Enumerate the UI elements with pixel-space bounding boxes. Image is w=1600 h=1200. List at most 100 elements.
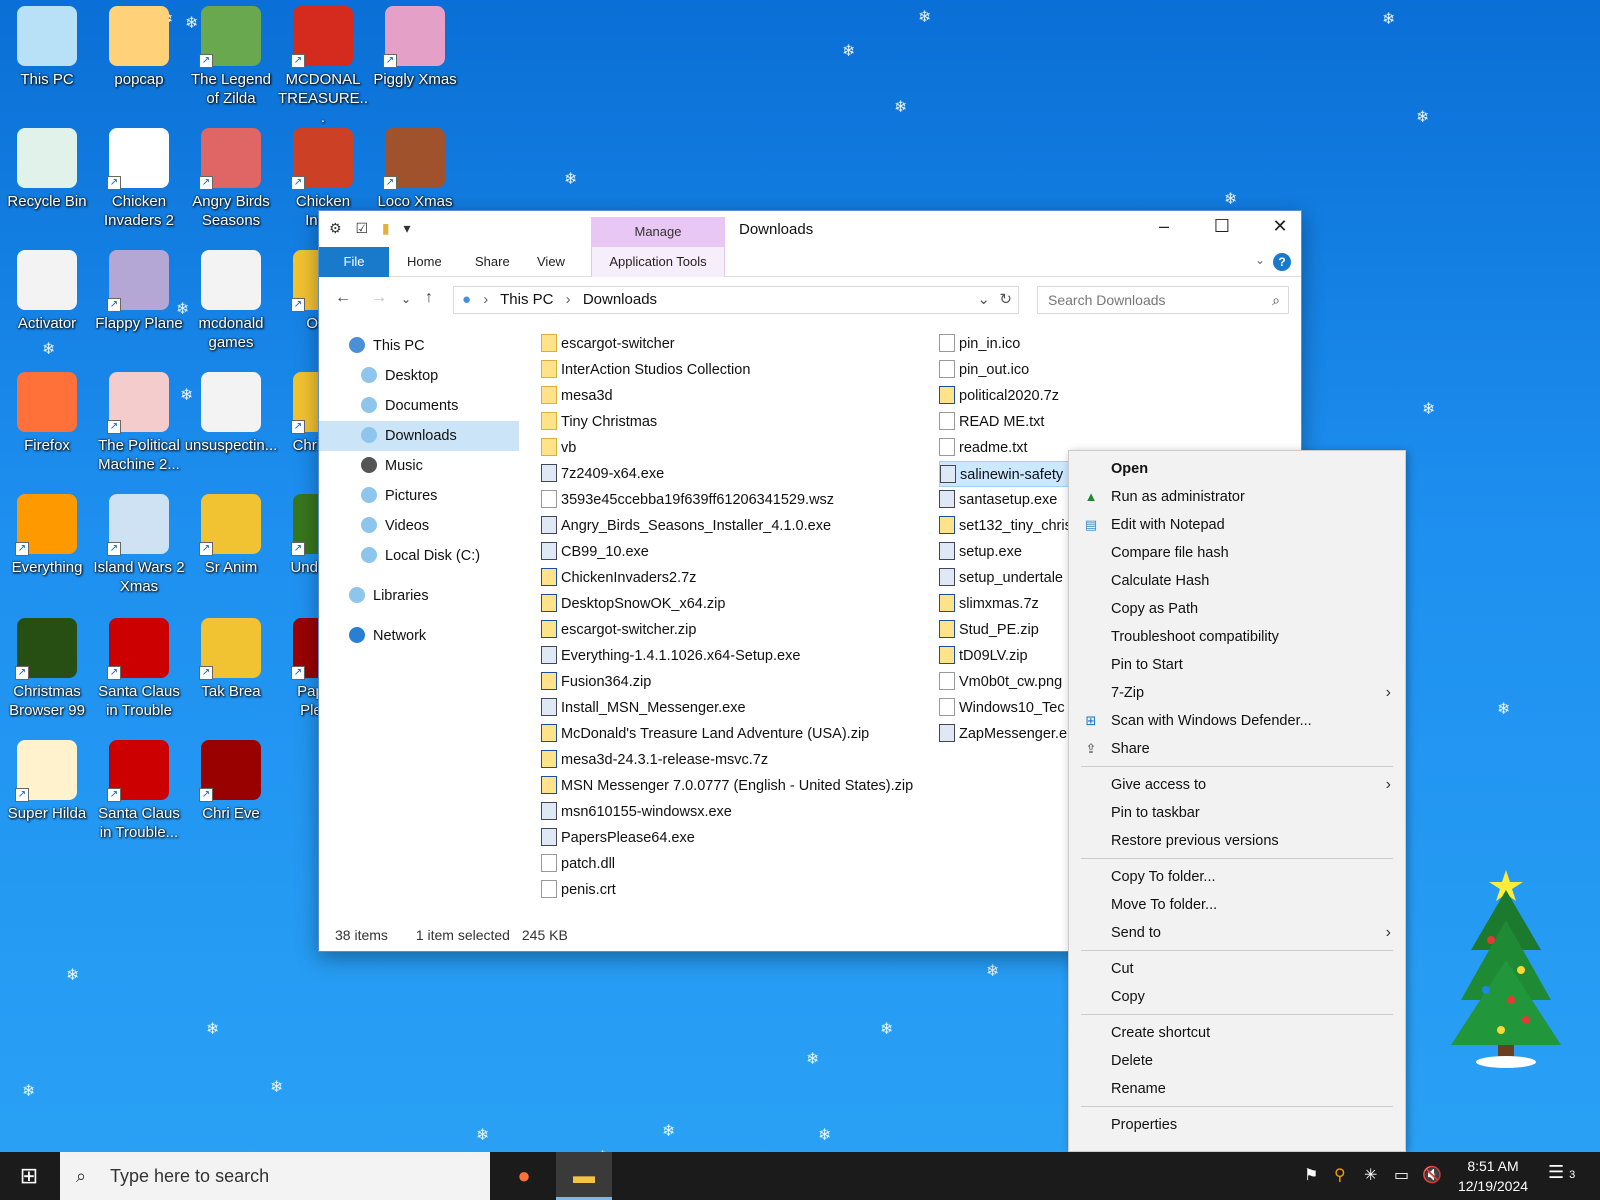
file-item[interactable]: ZapMessenger.e [939, 721, 1075, 747]
tab-manage[interactable]: Manage [591, 217, 725, 247]
menu-item-restore-previous-versions[interactable]: Restore previous versions [1069, 827, 1405, 855]
desktop-icon-item[interactable]: ↗ Christmas Browser 99 [0, 618, 94, 720]
menu-item-calculate-hash[interactable]: Calculate Hash [1069, 567, 1405, 595]
everything-tray-icon[interactable]: ⚲ [1334, 1152, 1346, 1200]
file-item[interactable]: escargot-switcher [541, 331, 925, 357]
tab-application-tools[interactable]: Application Tools [591, 247, 725, 277]
tab-file[interactable]: File [319, 247, 389, 277]
breadcrumb-downloads[interactable]: Downloads [583, 291, 657, 308]
menu-item-compare-file-hash[interactable]: Compare file hash [1069, 539, 1405, 567]
file-item[interactable]: MSN Messenger 7.0.0777 (English - United… [541, 773, 925, 799]
file-item[interactable]: pin_out.ico [939, 357, 1075, 383]
menu-item-cut[interactable]: Cut [1069, 955, 1405, 983]
desktop-icon-item[interactable]: ↗ Loco Xmas [368, 128, 462, 211]
properties-icon[interactable]: ⚙ [329, 220, 342, 236]
desktop-icon-item[interactable]: ↗ Santa Claus in Trouble [92, 618, 186, 720]
nav-item-pictures[interactable]: Pictures [319, 481, 519, 511]
close-button[interactable]: ✕ [1251, 211, 1309, 243]
menu-item-scan-with-windows-defender[interactable]: ⊞ Scan with Windows Defender... [1069, 707, 1405, 735]
file-item[interactable]: santasetup.exe [939, 487, 1075, 513]
desktop-icon-item[interactable]: ↗ Sr Anim [184, 494, 278, 577]
desktop-icon-item[interactable]: ↗ Flappy Plane [92, 250, 186, 333]
desktop-icon-item[interactable]: ↗ The Legend of Zilda [184, 6, 278, 108]
file-item[interactable]: Install_MSN_Messenger.exe [541, 695, 925, 721]
help-icon[interactable]: ? [1273, 253, 1291, 271]
snow-tray-icon[interactable]: ✳ [1364, 1152, 1377, 1200]
menu-item-move-to-folder[interactable]: Move To folder... [1069, 891, 1405, 919]
menu-item-copy-as-path[interactable]: Copy as Path [1069, 595, 1405, 623]
file-item[interactable]: InterAction Studios Collection [541, 357, 925, 383]
file-item[interactable]: CB99_10.exe [541, 539, 925, 565]
menu-item-send-to[interactable]: Send to › [1069, 919, 1405, 947]
desktop-icon-item[interactable]: ↗ MCDONAL TREASURE... [276, 6, 370, 127]
tab-home[interactable]: Home [389, 247, 460, 277]
volume-muted-icon[interactable]: 🔇 [1422, 1152, 1442, 1200]
nav-item-documents[interactable]: Documents [319, 391, 519, 421]
display-icon[interactable]: ▭ [1394, 1152, 1409, 1200]
maximize-button[interactable]: ☐ [1193, 211, 1251, 243]
file-item[interactable]: Windows10_Tec [939, 695, 1075, 721]
desktop-icon-item[interactable]: mcdonald games [184, 250, 278, 352]
desktop-icon-item[interactable]: ↗ Everything [0, 494, 94, 577]
file-item[interactable]: patch.dll [541, 851, 925, 877]
file-item[interactable]: Angry_Birds_Seasons_Installer_4.1.0.exe [541, 513, 925, 539]
menu-item-edit-with-notepad[interactable]: ▤ Edit with Notepad [1069, 511, 1405, 539]
file-item[interactable]: Fusion364.zip [541, 669, 925, 695]
desktop-icon-item[interactable]: ↗ Tak Brea [184, 618, 278, 701]
menu-item-open[interactable]: Open [1069, 455, 1405, 483]
file-item[interactable]: setup.exe [939, 539, 1075, 565]
menu-item-share[interactable]: ⇪ Share [1069, 735, 1405, 763]
desktop-icon-item[interactable]: This PC [0, 6, 94, 89]
network-drive-icon[interactable]: ⚑ [1304, 1152, 1318, 1200]
file-item[interactable]: mesa3d-24.3.1-release-msvc.7z [541, 747, 925, 773]
file-item[interactable]: McDonald's Treasure Land Adventure (USA)… [541, 721, 925, 747]
file-item[interactable]: tD09LV.zip [939, 643, 1075, 669]
file-item[interactable]: Tiny Christmas [541, 409, 925, 435]
breadcrumb-this-pc[interactable]: This PC [500, 291, 553, 308]
desktop-icon-item[interactable]: ↗ Chicken Invaders 2 [92, 128, 186, 230]
menu-item-give-access-to[interactable]: Give access to › [1069, 771, 1405, 799]
dropdown-icon[interactable]: ▾ [404, 220, 411, 236]
file-item[interactable]: 3593e45ccebba19f639ff61206341529.wsz [541, 487, 925, 513]
file-item[interactable]: set132_tiny_chris [939, 513, 1075, 539]
new-folder-icon[interactable]: ▮ [382, 220, 390, 236]
desktop-icon-item[interactable]: ↗ Island Wars 2 Xmas [92, 494, 186, 596]
title-bar[interactable]: ⚙ ☑ ▮ ▾ Manage Downloads – ☐ ✕ [319, 211, 1301, 247]
tab-view[interactable]: View [519, 247, 583, 277]
file-item[interactable]: 7z2409-x64.exe [541, 461, 925, 487]
file-item[interactable]: setup_undertale [939, 565, 1075, 591]
search-input[interactable]: Search Downloads ⌕ [1037, 286, 1289, 314]
file-item[interactable]: political2020.7z [939, 383, 1075, 409]
back-button[interactable]: ← [335, 289, 351, 307]
file-item[interactable]: mesa3d [541, 383, 925, 409]
taskbar-search-box[interactable]: ⌕ Type here to search [60, 1152, 490, 1200]
start-button[interactable]: ⊞ [0, 1152, 58, 1200]
file-item[interactable]: pin_in.ico [939, 331, 1075, 357]
nav-item-downloads[interactable]: Downloads [319, 421, 519, 451]
nav-item-desktop[interactable]: Desktop [319, 361, 519, 391]
clock[interactable]: 8:51 AM 12/19/2024 [1448, 1156, 1538, 1196]
file-item[interactable]: ChickenInvaders2.7z [541, 565, 925, 591]
menu-item-pin-to-taskbar[interactable]: Pin to taskbar [1069, 799, 1405, 827]
minimize-button[interactable]: – [1135, 211, 1193, 243]
desktop-icon-item[interactable]: ↗ Piggly Xmas [368, 6, 462, 89]
menu-item-pin-to-start[interactable]: Pin to Start [1069, 651, 1405, 679]
file-item[interactable]: msn610155-windowsx.exe [541, 799, 925, 825]
menu-item-copy[interactable]: Copy [1069, 983, 1405, 1011]
nav-item-videos[interactable]: Videos [319, 511, 519, 541]
desktop-icon-item[interactable]: Recycle Bin [0, 128, 94, 211]
nav-item-music[interactable]: Music [319, 451, 519, 481]
file-item[interactable]: escargot-switcher.zip [541, 617, 925, 643]
nav-item-libraries[interactable]: Libraries [319, 581, 519, 611]
tab-share[interactable]: Share [457, 247, 528, 277]
firefox-taskbar-icon[interactable]: ● [496, 1152, 552, 1200]
menu-item-rename[interactable]: Rename [1069, 1075, 1405, 1103]
file-item[interactable]: Vm0b0t_cw.png [939, 669, 1075, 695]
file-item[interactable]: slimxmas.7z [939, 591, 1075, 617]
desktop-icon-item[interactable]: Firefox [0, 372, 94, 455]
desktop-icon-item[interactable]: Activator [0, 250, 94, 333]
file-item[interactable]: Everything-1.4.1.1026.x64-Setup.exe [541, 643, 925, 669]
menu-item-troubleshoot-compatibility[interactable]: Troubleshoot compatibility [1069, 623, 1405, 651]
refresh-icon[interactable]: ↻ [999, 287, 1012, 313]
file-item[interactable]: salinewin-safety [939, 461, 1075, 487]
